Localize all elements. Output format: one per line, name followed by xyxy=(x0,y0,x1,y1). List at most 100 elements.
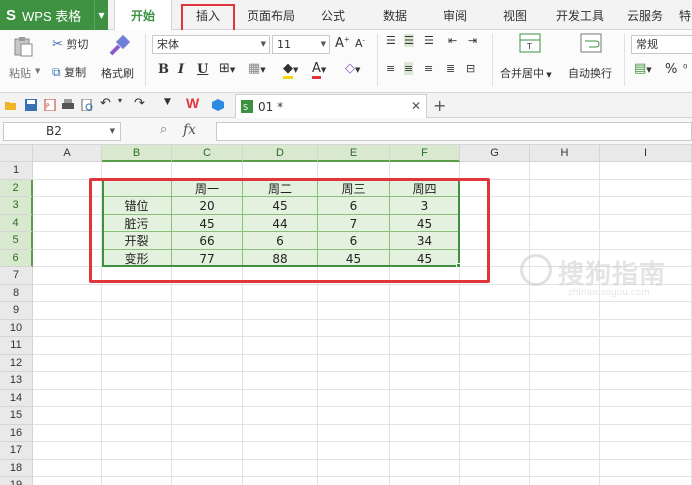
cell-a13[interactable] xyxy=(33,372,102,390)
cell-a3[interactable] xyxy=(33,197,102,215)
document-tab[interactable]: S 01 * ✕ xyxy=(235,94,427,118)
column-header-c[interactable]: C xyxy=(172,145,243,162)
cell-c11[interactable] xyxy=(172,337,243,355)
open-folder-icon[interactable] xyxy=(5,99,17,111)
cell-h11[interactable] xyxy=(530,337,600,355)
column-header-i[interactable]: I xyxy=(600,145,692,162)
cell-b4[interactable]: 脏污 xyxy=(102,214,172,232)
cell-c1[interactable] xyxy=(172,162,243,180)
cell-c10[interactable] xyxy=(172,319,243,337)
cell-d17[interactable] xyxy=(243,442,318,460)
cell-h19[interactable] xyxy=(530,477,600,485)
cell-b15[interactable] xyxy=(102,407,172,425)
cell-i17[interactable] xyxy=(600,442,692,460)
cell-h2[interactable] xyxy=(530,179,600,197)
chevron-down-icon[interactable]: ▼ xyxy=(94,0,108,30)
cell-b11[interactable] xyxy=(102,337,172,355)
wrap-text-button[interactable]: 自动换行 xyxy=(568,65,612,81)
row-header-2[interactable]: 2 xyxy=(0,179,33,197)
cell-i1[interactable] xyxy=(600,162,692,180)
cell-d11[interactable] xyxy=(243,337,318,355)
borders-button[interactable]: ⊞▼ xyxy=(219,61,235,76)
cell-c15[interactable] xyxy=(172,407,243,425)
italic-button[interactable]: I xyxy=(178,62,184,77)
cell-e12[interactable] xyxy=(318,354,390,372)
cell-g13[interactable] xyxy=(460,372,530,390)
cell-a16[interactable] xyxy=(33,424,102,442)
cell-e8[interactable] xyxy=(318,284,390,302)
decrease-font-button[interactable]: A- xyxy=(355,36,365,51)
font-color-button[interactable]: A▼ xyxy=(312,61,326,79)
cell-a12[interactable] xyxy=(33,354,102,372)
cell-h9[interactable] xyxy=(530,302,600,320)
row-header-9[interactable]: 9 xyxy=(0,302,33,320)
cell-e10[interactable] xyxy=(318,319,390,337)
cell-b17[interactable] xyxy=(102,442,172,460)
cell-f7[interactable] xyxy=(390,267,460,285)
cell-d7[interactable] xyxy=(243,267,318,285)
cell-h1[interactable] xyxy=(530,162,600,180)
cell-h5[interactable] xyxy=(530,232,600,250)
cell-f18[interactable] xyxy=(390,459,460,477)
fill-color-button[interactable]: ◆▼ xyxy=(283,61,298,79)
cell-g12[interactable] xyxy=(460,354,530,372)
cell-i9[interactable] xyxy=(600,302,692,320)
cell-a7[interactable] xyxy=(33,267,102,285)
cell-e1[interactable] xyxy=(318,162,390,180)
cell-a4[interactable] xyxy=(33,214,102,232)
row-header-5[interactable]: 5 xyxy=(0,232,33,250)
cell-c8[interactable] xyxy=(172,284,243,302)
cell-f1[interactable] xyxy=(390,162,460,180)
cell-f4[interactable]: 45 xyxy=(390,214,460,232)
cell-g17[interactable] xyxy=(460,442,530,460)
wps-w-logo-icon[interactable]: W xyxy=(186,95,199,111)
cell-b3[interactable]: 错位 xyxy=(102,197,172,215)
cell-i11[interactable] xyxy=(600,337,692,355)
cell-h14[interactable] xyxy=(530,389,600,407)
cell-d12[interactable] xyxy=(243,354,318,372)
zoom-search-icon[interactable]: ⌕ xyxy=(160,122,167,137)
cell-b12[interactable] xyxy=(102,354,172,372)
align-middle-button[interactable]: ☰ xyxy=(404,34,414,47)
cell-i13[interactable] xyxy=(600,372,692,390)
cell-b8[interactable] xyxy=(102,284,172,302)
paste-dropdown-icon[interactable]: ▼ xyxy=(35,67,40,75)
wrap-text-icon[interactable] xyxy=(580,33,602,57)
cell-g2[interactable] xyxy=(460,179,530,197)
row-header-18[interactable]: 18 xyxy=(0,459,33,477)
row-header-16[interactable]: 16 xyxy=(0,424,33,442)
column-header-g[interactable]: G xyxy=(460,145,530,162)
cell-g5[interactable] xyxy=(460,232,530,250)
cell-g19[interactable] xyxy=(460,477,530,485)
cell-f16[interactable] xyxy=(390,424,460,442)
row-header-3[interactable]: 3 xyxy=(0,197,33,215)
format-painter-button[interactable] xyxy=(106,34,132,58)
cell-e15[interactable] xyxy=(318,407,390,425)
cell-g3[interactable] xyxy=(460,197,530,215)
row-header-19[interactable]: 19 xyxy=(0,477,33,485)
paste-button[interactable] xyxy=(12,35,34,57)
cell-c19[interactable] xyxy=(172,477,243,485)
cell-d2[interactable]: 周二 xyxy=(243,179,318,197)
cell-e4[interactable]: 7 xyxy=(318,214,390,232)
cell-a10[interactable] xyxy=(33,319,102,337)
column-header-f[interactable]: F xyxy=(390,145,460,162)
cell-g1[interactable] xyxy=(460,162,530,180)
print-icon[interactable] xyxy=(62,99,74,111)
cell-i4[interactable] xyxy=(600,214,692,232)
cell-c12[interactable] xyxy=(172,354,243,372)
cell-b13[interactable] xyxy=(102,372,172,390)
tab-home[interactable]: 开始 xyxy=(114,0,172,31)
spreadsheet-grid[interactable]: A B C D E F G H I 1 2 周一 周二 周三 周四 3 错位 20 45 6 3 4 脏污 45 44 7 45 5 开… xyxy=(0,145,692,485)
column-header-d[interactable]: D xyxy=(243,145,318,162)
merge-center-button[interactable]: 合并居中 ▼ xyxy=(500,65,552,81)
cell-g18[interactable] xyxy=(460,459,530,477)
cell-f9[interactable] xyxy=(390,302,460,320)
cell-f11[interactable] xyxy=(390,337,460,355)
cell-e6[interactable]: 45 xyxy=(318,249,390,267)
cell-d1[interactable] xyxy=(243,162,318,180)
cell-e9[interactable] xyxy=(318,302,390,320)
close-icon[interactable]: ✕ xyxy=(411,99,421,113)
cell-a2[interactable] xyxy=(33,179,102,197)
cell-b1[interactable] xyxy=(102,162,172,180)
